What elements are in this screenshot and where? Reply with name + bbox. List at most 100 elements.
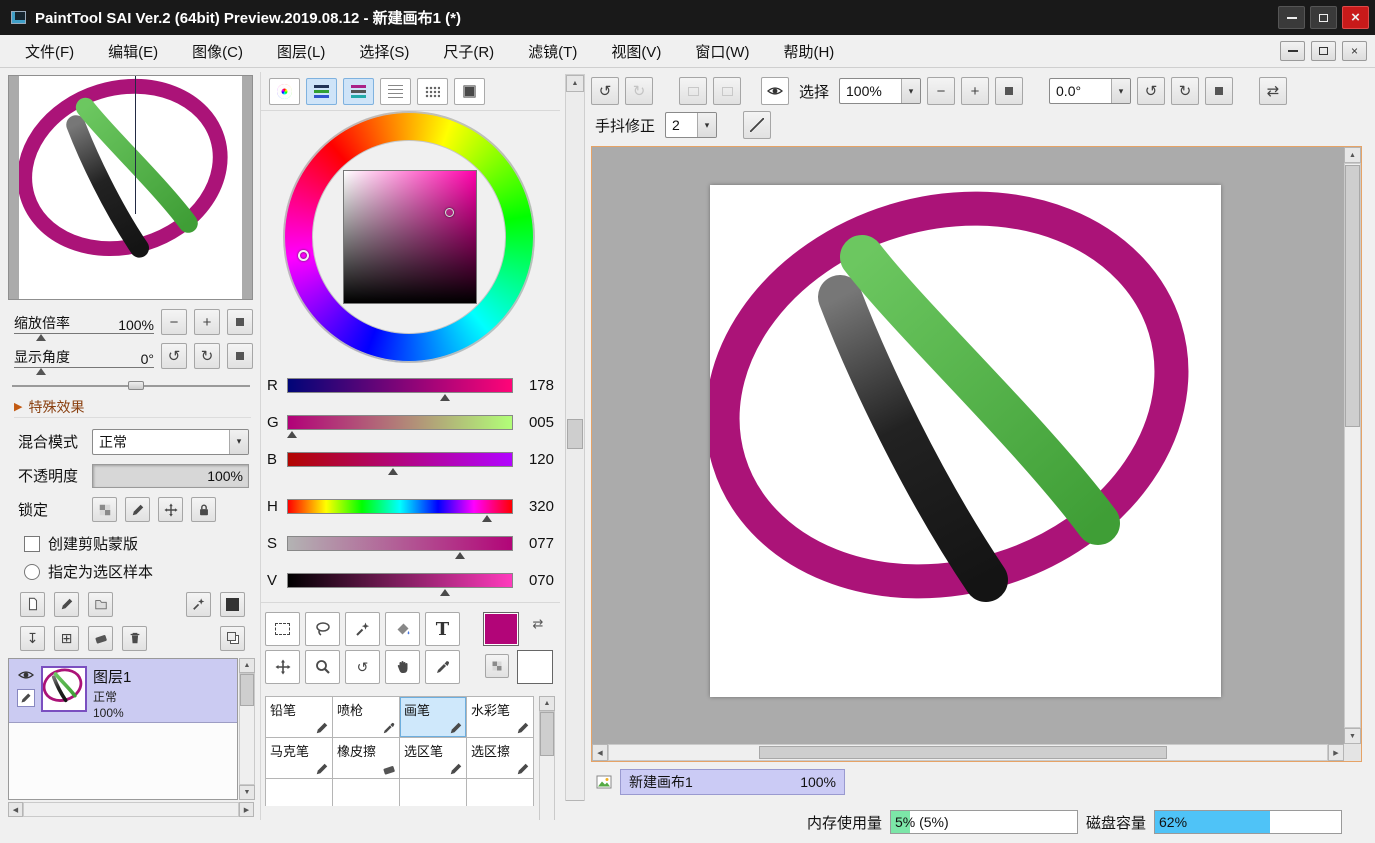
- view-rotate-cw-button[interactable]: ↻: [1171, 77, 1199, 105]
- layer-thumbnail[interactable]: [41, 666, 87, 712]
- chevron-down-icon[interactable]: ▾: [229, 430, 248, 454]
- menu-layer[interactable]: 图层(L): [260, 35, 342, 67]
- new-linework-layer-button[interactable]: [54, 592, 79, 617]
- canvas-vertical-scrollbar[interactable]: ▲ ▼: [1344, 147, 1361, 744]
- scroll-right-icon[interactable]: ▶: [239, 802, 254, 817]
- view-angle-select[interactable]: 0.0° ▾: [1049, 78, 1131, 104]
- flip-horizontal-button[interactable]: ⇄: [1259, 77, 1287, 105]
- brush-marker[interactable]: 马克笔: [266, 738, 333, 779]
- rotate-ccw-nav-button[interactable]: ↺: [161, 343, 187, 369]
- swap-colors-button[interactable]: ⇄: [527, 614, 549, 634]
- tab-color-wheel[interactable]: [269, 78, 300, 105]
- sv-marker[interactable]: [445, 208, 454, 217]
- merge-down-button[interactable]: ⊞: [54, 626, 79, 651]
- scroll-up-icon[interactable]: ▲: [566, 75, 584, 92]
- new-folder-button[interactable]: [88, 592, 113, 617]
- hue-slider-marker[interactable]: [482, 515, 492, 522]
- red-slider-marker[interactable]: [440, 394, 450, 401]
- zoom-ratio-marker[interactable]: [36, 334, 46, 341]
- chevron-down-icon[interactable]: ▾: [697, 113, 716, 137]
- zoom-ratio-field[interactable]: 缩放倍率 100%: [14, 310, 154, 334]
- chevron-down-icon[interactable]: ▾: [1111, 79, 1130, 103]
- brush-scrollbar[interactable]: ▲ ▼: [539, 696, 555, 820]
- undo-button[interactable]: ↺: [591, 77, 619, 105]
- hand-tool-button[interactable]: [385, 650, 420, 684]
- scroll-down-icon[interactable]: ▼: [239, 785, 255, 800]
- doc-close-button[interactable]: ×: [1342, 41, 1367, 61]
- green-slider-marker[interactable]: [287, 431, 297, 438]
- chevron-down-icon[interactable]: ▾: [901, 79, 920, 103]
- bucket-tool-button[interactable]: [385, 612, 420, 646]
- transparent-color-button[interactable]: [485, 654, 509, 678]
- doc-restore-button[interactable]: [1311, 41, 1336, 61]
- menu-ruler[interactable]: 尺子(R): [426, 35, 511, 67]
- layer-visibility-eye-icon[interactable]: [18, 667, 34, 683]
- layer-list-scrollbar[interactable]: ▲ ▼: [239, 658, 255, 800]
- tab-hsv-sliders[interactable]: [343, 78, 374, 105]
- red-slider[interactable]: [287, 378, 513, 393]
- navigator-zoom-slider[interactable]: [12, 380, 250, 392]
- green-slider[interactable]: [287, 415, 513, 430]
- background-color-swatch[interactable]: [517, 650, 553, 684]
- scroll-down-icon[interactable]: ▼: [1344, 728, 1361, 744]
- value-slider-marker[interactable]: [440, 589, 450, 596]
- scroll-left-icon[interactable]: ◀: [592, 744, 608, 761]
- menu-view[interactable]: 视图(V): [594, 35, 678, 67]
- menu-select[interactable]: 选择(S): [342, 35, 426, 67]
- view-zoom-out-button[interactable]: −: [927, 77, 955, 105]
- scroll-up-icon[interactable]: ▲: [539, 696, 555, 711]
- scrollbar-thumb[interactable]: [540, 712, 554, 756]
- doc-minimize-button[interactable]: [1280, 41, 1305, 61]
- special-effects-expander-icon[interactable]: ▶: [14, 400, 22, 413]
- splitter-thumb[interactable]: [567, 419, 583, 449]
- selection-redo-button[interactable]: [713, 77, 741, 105]
- layer-mask-button[interactable]: [220, 592, 245, 617]
- scroll-left-icon[interactable]: ◀: [8, 802, 23, 817]
- canvas-viewport[interactable]: [592, 147, 1344, 744]
- view-angle-field[interactable]: 显示角度 0°: [14, 344, 154, 368]
- rect-select-tool-button[interactable]: [265, 612, 300, 646]
- brush-pencil[interactable]: 铅笔: [266, 697, 333, 738]
- brush-watercolor[interactable]: 水彩笔: [467, 697, 534, 738]
- duplicate-layer-button[interactable]: [220, 626, 245, 651]
- scrollbar-thumb[interactable]: [240, 674, 254, 706]
- lock-all-button[interactable]: [191, 497, 216, 522]
- lock-transparency-button[interactable]: [92, 497, 117, 522]
- zoom-in-button[interactable]: +: [194, 309, 220, 335]
- menu-window[interactable]: 窗口(W): [678, 35, 766, 67]
- saturation-slider-marker[interactable]: [455, 552, 465, 559]
- hue-slider[interactable]: [287, 499, 513, 514]
- scrollbar-thumb[interactable]: [759, 746, 1167, 759]
- brush-brush[interactable]: 画笔: [400, 697, 467, 738]
- angle-reset-nav-button[interactable]: [227, 343, 253, 369]
- redo-button[interactable]: ↻: [625, 77, 653, 105]
- close-button[interactable]: ×: [1342, 6, 1369, 29]
- rotate-cw-nav-button[interactable]: ↻: [194, 343, 220, 369]
- eyedropper-tool-button[interactable]: [425, 650, 460, 684]
- magic-wand-tool-button[interactable]: [345, 612, 380, 646]
- layer-row[interactable]: 图层1 正常 100%: [9, 659, 237, 723]
- menu-file[interactable]: 文件(F): [8, 35, 91, 67]
- special-layer-button[interactable]: [186, 592, 211, 617]
- layer-panel-hscrollbar[interactable]: ◀ ▶: [8, 802, 254, 817]
- hue-marker[interactable]: [298, 250, 309, 261]
- color-wheel[interactable]: [284, 112, 534, 362]
- saturation-value-square[interactable]: [343, 170, 477, 304]
- view-rotate-ccw-button[interactable]: ↺: [1137, 77, 1165, 105]
- zoom-out-button[interactable]: −: [161, 309, 187, 335]
- view-angle-reset-button[interactable]: [1205, 77, 1233, 105]
- drawing-canvas[interactable]: [710, 185, 1221, 697]
- menu-help[interactable]: 帮助(H): [766, 35, 851, 67]
- selection-undo-button[interactable]: [679, 77, 707, 105]
- transfer-down-button[interactable]: ↧: [20, 626, 45, 651]
- navigator-preview[interactable]: [8, 75, 253, 300]
- new-layer-button[interactable]: [20, 592, 45, 617]
- lock-pixels-button[interactable]: [125, 497, 150, 522]
- foreground-color-swatch[interactable]: [483, 612, 519, 646]
- view-zoom-in-button[interactable]: +: [961, 77, 989, 105]
- blue-slider-marker[interactable]: [388, 468, 398, 475]
- saturation-slider[interactable]: [287, 536, 513, 551]
- layer-opacity-slider[interactable]: 100%: [92, 464, 249, 488]
- blend-mode-select[interactable]: 正常 ▾: [92, 429, 249, 455]
- selection-visibility-button[interactable]: [761, 77, 789, 105]
